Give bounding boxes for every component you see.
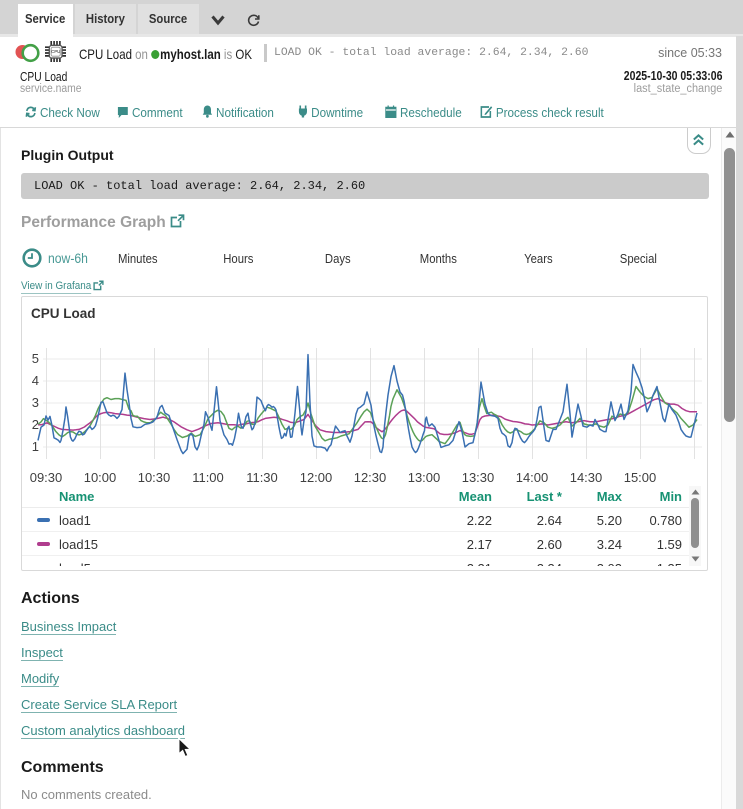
svg-text:10:30: 10:30 <box>138 470 171 485</box>
svg-text:11:30: 11:30 <box>246 470 278 485</box>
svg-text:3: 3 <box>32 395 39 410</box>
svg-text:10:00: 10:00 <box>84 470 117 485</box>
svg-text:CPU: CPU <box>51 49 60 54</box>
svg-text:12:00: 12:00 <box>300 470 333 485</box>
svg-text:2: 2 <box>32 417 39 432</box>
svg-text:15:00: 15:00 <box>624 470 657 485</box>
svg-text:4: 4 <box>32 373 39 388</box>
svg-text:14:30: 14:30 <box>570 470 603 485</box>
svg-text:5: 5 <box>32 351 39 366</box>
svg-text:14:00: 14:00 <box>516 470 549 485</box>
svg-text:11:00: 11:00 <box>192 470 224 485</box>
svg-text:1: 1 <box>32 439 39 454</box>
svg-text:13:30: 13:30 <box>462 470 495 485</box>
svg-text:13:00: 13:00 <box>408 470 441 485</box>
svg-text:09:30: 09:30 <box>30 470 63 485</box>
svg-text:12:30: 12:30 <box>354 470 387 485</box>
